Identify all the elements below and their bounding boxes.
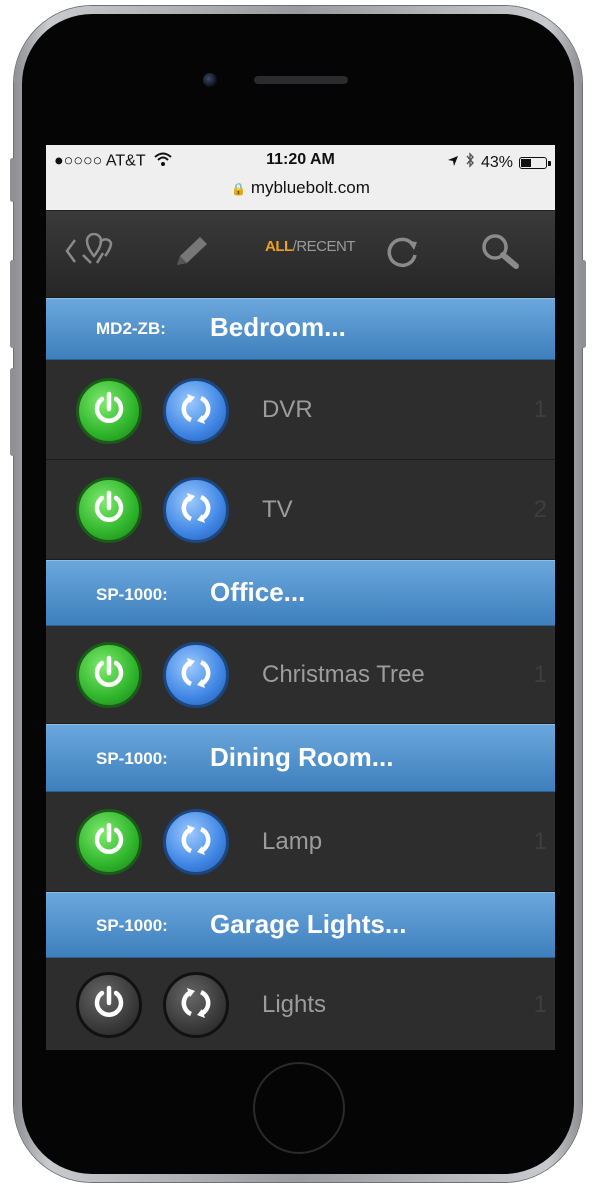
cycle-icon	[176, 983, 216, 1028]
home-button[interactable]	[253, 1062, 345, 1154]
power-button[interactable]	[76, 477, 142, 543]
cycle-icon	[176, 389, 216, 434]
screen: ●○○○○ AT&T 11:20 AM 43% 🔒 mybluebolt.com	[46, 145, 555, 1050]
cycle-icon	[176, 653, 216, 698]
status-bar: ●○○○○ AT&T 11:20 AM 43% 🔒 mybluebolt.com	[46, 145, 555, 210]
cycle-icon	[176, 820, 216, 865]
filter-toggle[interactable]: ALL/RECENT	[265, 238, 356, 255]
device-row: Lamp 1	[46, 792, 555, 892]
power-button[interactable]	[76, 642, 142, 708]
group-header[interactable]: SP-1000: Office...	[46, 560, 555, 626]
device-label: Lamp	[262, 828, 323, 855]
device-number: 1	[533, 396, 547, 423]
device-number: 1	[533, 828, 547, 855]
power-button[interactable]	[76, 809, 142, 875]
cycle-button[interactable]	[163, 809, 229, 875]
device-row: Christmas Tree 1	[46, 626, 555, 724]
group-model: MD2-ZB:	[96, 319, 166, 338]
cycle-button[interactable]	[163, 477, 229, 543]
device-number: 2	[533, 496, 547, 523]
group-model: SP-1000:	[96, 749, 168, 768]
cycle-icon	[176, 488, 216, 533]
lock-icon: 🔒	[231, 182, 247, 196]
device-label: DVR	[262, 396, 313, 423]
refresh-icon[interactable]	[380, 231, 424, 271]
device-label: Lights	[262, 991, 327, 1018]
front-camera	[203, 73, 217, 87]
power-icon	[90, 821, 128, 864]
app-toolbar: ALL/RECENT	[46, 210, 555, 298]
device-number: 1	[533, 661, 547, 688]
cycle-button[interactable]	[163, 972, 229, 1038]
group-header[interactable]: SP-1000: Garage Lights...	[46, 892, 555, 958]
pencil-icon[interactable]	[168, 231, 214, 271]
group-model: SP-1000:	[96, 585, 168, 604]
group-name: Office...	[210, 577, 306, 607]
device-row: DVR 1	[46, 360, 555, 460]
cycle-button[interactable]	[163, 642, 229, 708]
group-header[interactable]: MD2-ZB: Bedroom...	[46, 298, 555, 360]
filter-recent[interactable]: RECENT	[296, 238, 355, 255]
group-model: SP-1000:	[96, 916, 168, 935]
group-name: Dining Room...	[210, 742, 394, 772]
power-icon	[90, 984, 128, 1027]
url-text: mybluebolt.com	[250, 178, 370, 197]
group-name: Garage Lights...	[210, 909, 407, 939]
url-bar[interactable]: 🔒 mybluebolt.com	[46, 178, 555, 198]
search-icon[interactable]	[476, 231, 524, 271]
volume-down-button	[10, 368, 15, 456]
device-row: TV 2	[46, 460, 555, 560]
device-number: 1	[533, 991, 547, 1018]
device-label: TV	[262, 496, 293, 523]
cycle-button[interactable]	[163, 378, 229, 444]
device-label: Christmas Tree	[262, 661, 425, 688]
power-icon	[90, 654, 128, 697]
battery-fill	[521, 158, 531, 167]
silent-switch	[10, 158, 15, 202]
filter-all[interactable]: ALL	[265, 238, 293, 255]
group-header[interactable]: SP-1000: Dining Room...	[46, 724, 555, 792]
group-name: Bedroom...	[210, 312, 346, 342]
earpiece-speaker	[254, 76, 348, 84]
power-button[interactable]	[76, 972, 142, 1038]
volume-up-button	[10, 260, 15, 348]
power-icon	[90, 390, 128, 433]
device-row: Lights 1	[46, 958, 555, 1050]
power-icon	[90, 489, 128, 532]
location-arrow-icon	[447, 154, 459, 172]
battery-icon	[519, 156, 551, 169]
battery-percent: 43%	[480, 153, 513, 171]
back-location-icon[interactable]	[62, 231, 118, 271]
status-right: 43%	[447, 152, 551, 173]
power-side-button	[581, 260, 586, 348]
power-button[interactable]	[76, 378, 142, 444]
bluetooth-icon	[465, 152, 475, 173]
